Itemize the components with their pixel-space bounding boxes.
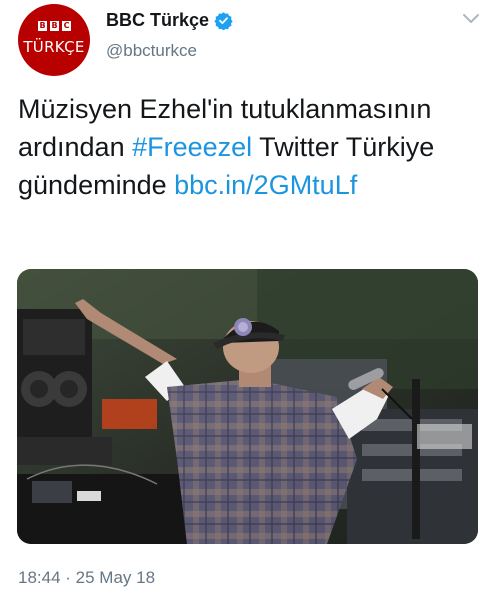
performer-photo-image <box>17 269 478 544</box>
bbc-logo-block: C <box>62 21 71 31</box>
user-handle[interactable]: @bbcturkce <box>106 41 197 61</box>
chevron-down-icon[interactable] <box>462 12 480 26</box>
display-name-text: BBC Türkçe <box>106 10 210 30</box>
tweet-timestamp[interactable]: 18:44 · 25 May 18 <box>18 568 155 588</box>
tweet-text: Müzisyen Ezhel'in tutuklanmasının ardınd… <box>18 90 488 204</box>
tweet-photo[interactable] <box>17 269 478 544</box>
hashtag-link[interactable]: #Freeezel <box>132 132 252 162</box>
bbc-logo: B B C <box>38 21 71 31</box>
display-name[interactable]: BBC Türkçe <box>106 10 233 31</box>
verified-badge-icon <box>214 12 233 30</box>
avatar-wordmark: TÜRKÇE <box>23 38 85 56</box>
bbc-logo-block: B <box>38 21 47 31</box>
url-link[interactable]: bbc.in/2GMtuLf <box>174 170 357 200</box>
avatar[interactable]: B B C TÜRKÇE <box>18 4 90 76</box>
bbc-logo-block: B <box>50 21 59 31</box>
